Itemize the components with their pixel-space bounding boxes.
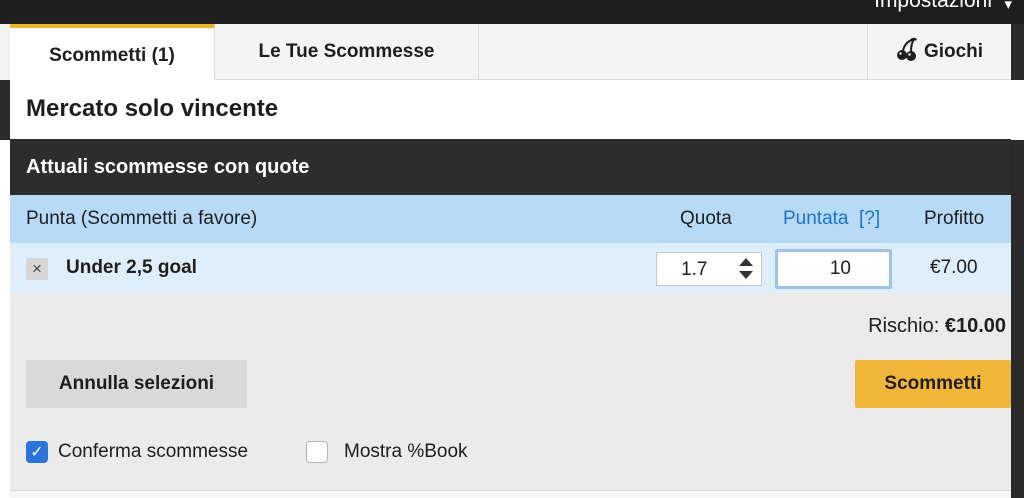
risk-value: €10.00 [944,315,1006,337]
confirm-bets-checkbox[interactable]: ✓ [26,441,48,463]
tab-betslip-label: Scommetti (1) [49,44,175,66]
show-book-option[interactable]: Mostra %Book [306,440,468,464]
stake-input[interactable] [775,249,892,289]
top-bar: Impostazioni ▾ [0,0,1024,24]
panel-footer [10,490,1011,498]
column-side-label: Punta (Scommetti a favore) [26,208,258,229]
show-book-label: Mostra %Book [344,441,468,462]
tab-games-label: Giochi [923,41,984,62]
page-edge-right-light [1011,80,1024,140]
arrow-down-icon[interactable] [739,271,753,279]
column-header: Punta (Scommetti a favore) Quota Puntata… [10,195,1011,243]
settings-link[interactable]: Impostazioni [874,0,992,13]
bet-row: × Under 2,5 goal 1.7 €7.00 [10,243,1011,293]
confirm-bets-option[interactable]: ✓ Conferma scommesse [26,440,248,464]
profit-value: €7.00 [930,257,978,278]
page-edge-left-light [0,24,10,80]
section-title: Attuali scommesse con quote [10,139,1011,195]
tab-my-bets-label: Le Tue Scommesse [258,41,435,62]
betslip-tabs: Scommetti (1) Le Tue Scommesse Giochi [10,24,1011,81]
cherries-icon [896,37,918,67]
column-profit-label: Profitto [924,208,985,229]
place-bet-button[interactable]: Scommetti [855,360,1011,408]
odds-value[interactable]: 1.7 [681,259,707,281]
show-book-checkbox[interactable] [306,441,328,463]
confirm-bets-label: Conferma scommesse [58,441,249,462]
close-icon[interactable]: × [26,258,48,280]
arrow-up-icon[interactable] [739,258,753,266]
odds-stepper[interactable]: 1.7 [656,252,762,286]
tab-games[interactable]: Giochi [867,24,1011,80]
column-stake-label: Puntata [783,208,849,229]
stake-help-link[interactable]: [?] [859,208,880,230]
odds-spinner[interactable] [737,255,755,283]
tab-betslip[interactable]: Scommetti (1) [10,24,215,81]
betslip-panel: Scommetti (1) Le Tue Scommesse Giochi Me… [10,24,1011,498]
chevron-down-icon[interactable]: ▾ [1004,0,1012,13]
cancel-selections-button[interactable]: Annulla selezioni [26,360,247,408]
risk-summary: Rischio: €10.00 [868,315,1006,338]
risk-label: Rischio: [868,315,940,337]
column-odds-label: Quota [680,208,732,229]
tab-my-bets[interactable]: Le Tue Scommesse [215,24,479,80]
bet-selection: Under 2,5 goal [66,257,197,278]
market-title: Mercato solo vincente [10,80,1011,139]
